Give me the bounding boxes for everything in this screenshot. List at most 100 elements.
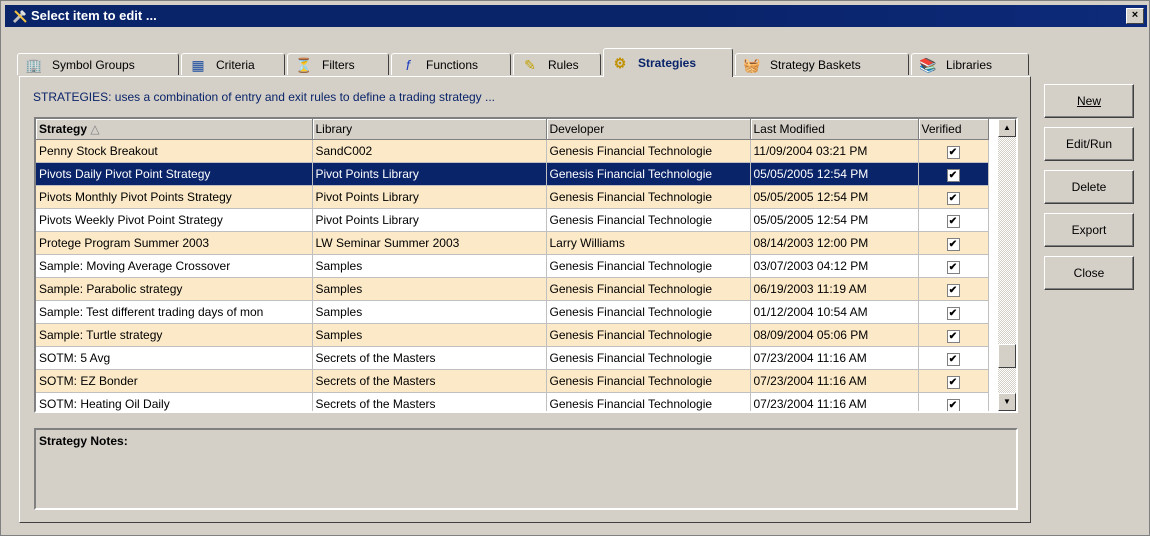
vertical-scrollbar[interactable]: ▲ ▼: [998, 119, 1016, 411]
cell-last-modified: 05/05/2005 12:54 PM: [750, 208, 919, 232]
verified-checkbox[interactable]: ✔: [946, 214, 960, 228]
cell-strategy: Sample: Test different trading days of m…: [36, 300, 313, 324]
verified-checkbox[interactable]: ✔: [946, 352, 960, 366]
cell-library: Samples: [312, 300, 547, 324]
column-header-verified[interactable]: Verified: [918, 119, 989, 140]
table-row[interactable]: SOTM: 5 Avg Secrets of the Masters Genesis…: [36, 346, 989, 370]
cell-strategy: Pivots Daily Pivot Point Strategy: [36, 162, 313, 186]
cell-developer: Genesis Financial Technologie: [546, 277, 751, 301]
verified-checkbox[interactable]: ✔: [946, 191, 960, 205]
verified-checkbox[interactable]: ✔: [946, 260, 960, 274]
verified-checkbox[interactable]: ✔: [946, 306, 960, 320]
tab-strategy-baskets[interactable]: 🧺 Strategy Baskets: [735, 53, 909, 75]
cell-developer: Genesis Financial Technologie: [546, 162, 751, 186]
cell-last-modified: 08/14/2003 12:00 PM: [750, 231, 919, 255]
libraries-icon: 📚: [919, 56, 937, 73]
verified-checkbox[interactable]: ✔: [946, 329, 960, 343]
cell-strategy: SOTM: 5 Avg: [36, 346, 313, 370]
table-row[interactable]: Pivots Monthly Pivot Points Strategy Pivo…: [36, 185, 989, 209]
scroll-down-icon[interactable]: ▼: [998, 393, 1016, 411]
cell-last-modified: 06/19/2003 11:19 AM: [750, 277, 919, 301]
cell-last-modified: 05/05/2005 12:54 PM: [750, 185, 919, 209]
cell-verified[interactable]: ✔: [918, 300, 989, 324]
table-row[interactable]: SOTM: EZ Bonder Secrets of the Masters Gen…: [36, 369, 989, 393]
verified-checkbox[interactable]: ✔: [946, 168, 960, 182]
tab-description: STRATEGIES: uses a combination of entry …: [33, 90, 496, 104]
cell-verified[interactable]: ✔: [918, 323, 989, 347]
cell-library: Secrets of the Masters: [312, 346, 547, 370]
table-row[interactable]: Sample: Moving Average Crossover Samples G…: [36, 254, 989, 278]
filters-icon: ⏳: [295, 56, 313, 73]
close-icon[interactable]: ×: [1126, 8, 1144, 24]
table-row[interactable]: SOTM: Heating Oil Daily Secrets of the Ma…: [36, 392, 989, 411]
scroll-thumb[interactable]: [998, 344, 1016, 368]
cell-verified[interactable]: ✔: [918, 162, 989, 186]
column-header-last-modified[interactable]: Last Modified: [750, 119, 919, 140]
cell-library: Secrets of the Masters: [312, 392, 547, 411]
cell-library: Samples: [312, 254, 547, 278]
table-row[interactable]: Pivots Weekly Pivot Point Strategy Pivot …: [36, 208, 989, 232]
table-row[interactable]: Protege Program Summer 2003 LW Seminar Su…: [36, 231, 989, 255]
tab-symbol-groups[interactable]: 🏢 Symbol Groups: [17, 53, 179, 75]
strategy-notes-panel: Strategy Notes:: [34, 428, 1018, 510]
tab-functions[interactable]: f Functions: [391, 53, 511, 75]
column-header-strategy[interactable]: Strategy △: [36, 119, 313, 140]
delete-button[interactable]: Delete: [1044, 170, 1134, 204]
cell-verified[interactable]: ✔: [918, 208, 989, 232]
cell-developer: Genesis Financial Technologie: [546, 139, 751, 163]
cell-verified[interactable]: ✔: [918, 185, 989, 209]
cell-verified[interactable]: ✔: [918, 392, 989, 411]
new-button[interactable]: New: [1044, 84, 1134, 118]
strategies-icon: ⚙: [613, 55, 627, 71]
cell-library: Pivot Points Library: [312, 162, 547, 186]
cell-developer: Genesis Financial Technologie: [546, 300, 751, 324]
cell-verified[interactable]: ✔: [918, 346, 989, 370]
table-row[interactable]: Sample: Parabolic strategy Samples Genesis…: [36, 277, 989, 301]
cell-verified[interactable]: ✔: [918, 277, 989, 301]
strategies-table: Strategy △ Library Developer Last Modifi…: [36, 119, 989, 411]
verified-checkbox[interactable]: ✔: [946, 283, 960, 297]
cell-last-modified: 07/23/2004 11:16 AM: [750, 392, 919, 411]
verified-checkbox[interactable]: ✔: [946, 145, 960, 159]
cell-library: Samples: [312, 277, 547, 301]
close-button[interactable]: Close: [1044, 256, 1134, 290]
tools-icon: [12, 10, 27, 24]
verified-checkbox[interactable]: ✔: [946, 398, 960, 411]
table-row[interactable]: Sample: Turtle strategy Samples Genesis Fi…: [36, 323, 989, 347]
tab-libraries[interactable]: 📚 Libraries: [911, 53, 1029, 75]
cell-library: SandC002: [312, 139, 547, 163]
strategy-notes-label: Strategy Notes:: [39, 434, 128, 448]
cell-verified[interactable]: ✔: [918, 369, 989, 393]
cell-developer: Genesis Financial Technologie: [546, 346, 751, 370]
cell-verified[interactable]: ✔: [918, 231, 989, 255]
column-header-developer[interactable]: Developer: [546, 119, 751, 140]
cell-developer: Genesis Financial Technologie: [546, 208, 751, 232]
tab-rules[interactable]: ✎ Rules: [513, 53, 601, 75]
table-row[interactable]: Penny Stock Breakout SandC002 Genesis Fina…: [36, 139, 989, 163]
title-bar[interactable]: Select item to edit ... ×: [5, 5, 1147, 27]
cell-developer: Genesis Financial Technologie: [546, 369, 751, 393]
verified-checkbox[interactable]: ✔: [946, 237, 960, 251]
tab-criteria[interactable]: ▦ Criteria: [181, 53, 285, 75]
export-button[interactable]: Export: [1044, 213, 1134, 247]
strategies-grid[interactable]: Strategy △ Library Developer Last Modifi…: [34, 117, 1018, 413]
tab-strategies[interactable]: ⚙ Strategies: [603, 48, 733, 77]
tab-filters[interactable]: ⏳ Filters: [287, 53, 389, 75]
cell-library: Samples: [312, 323, 547, 347]
cell-verified[interactable]: ✔: [918, 254, 989, 278]
cell-strategy: Pivots Weekly Pivot Point Strategy: [36, 208, 313, 232]
window-title: Select item to edit ...: [31, 8, 157, 23]
cell-last-modified: 07/23/2004 11:16 AM: [750, 346, 919, 370]
cell-verified[interactable]: ✔: [918, 139, 989, 163]
scroll-up-icon[interactable]: ▲: [998, 119, 1016, 137]
table-row[interactable]: Pivots Daily Pivot Point Strategy Pivot P…: [36, 162, 989, 186]
cell-last-modified: 01/12/2004 10:54 AM: [750, 300, 919, 324]
table-row[interactable]: Sample: Test different trading days of m…: [36, 300, 989, 324]
edit-run-button[interactable]: Edit/Run: [1044, 127, 1134, 161]
verified-checkbox[interactable]: ✔: [946, 375, 960, 389]
cell-strategy: SOTM: Heating Oil Daily: [36, 392, 313, 411]
column-header-library[interactable]: Library: [312, 119, 547, 140]
functions-icon: f: [406, 56, 410, 73]
cell-library: Pivot Points Library: [312, 185, 547, 209]
cell-strategy: Sample: Parabolic strategy: [36, 277, 313, 301]
